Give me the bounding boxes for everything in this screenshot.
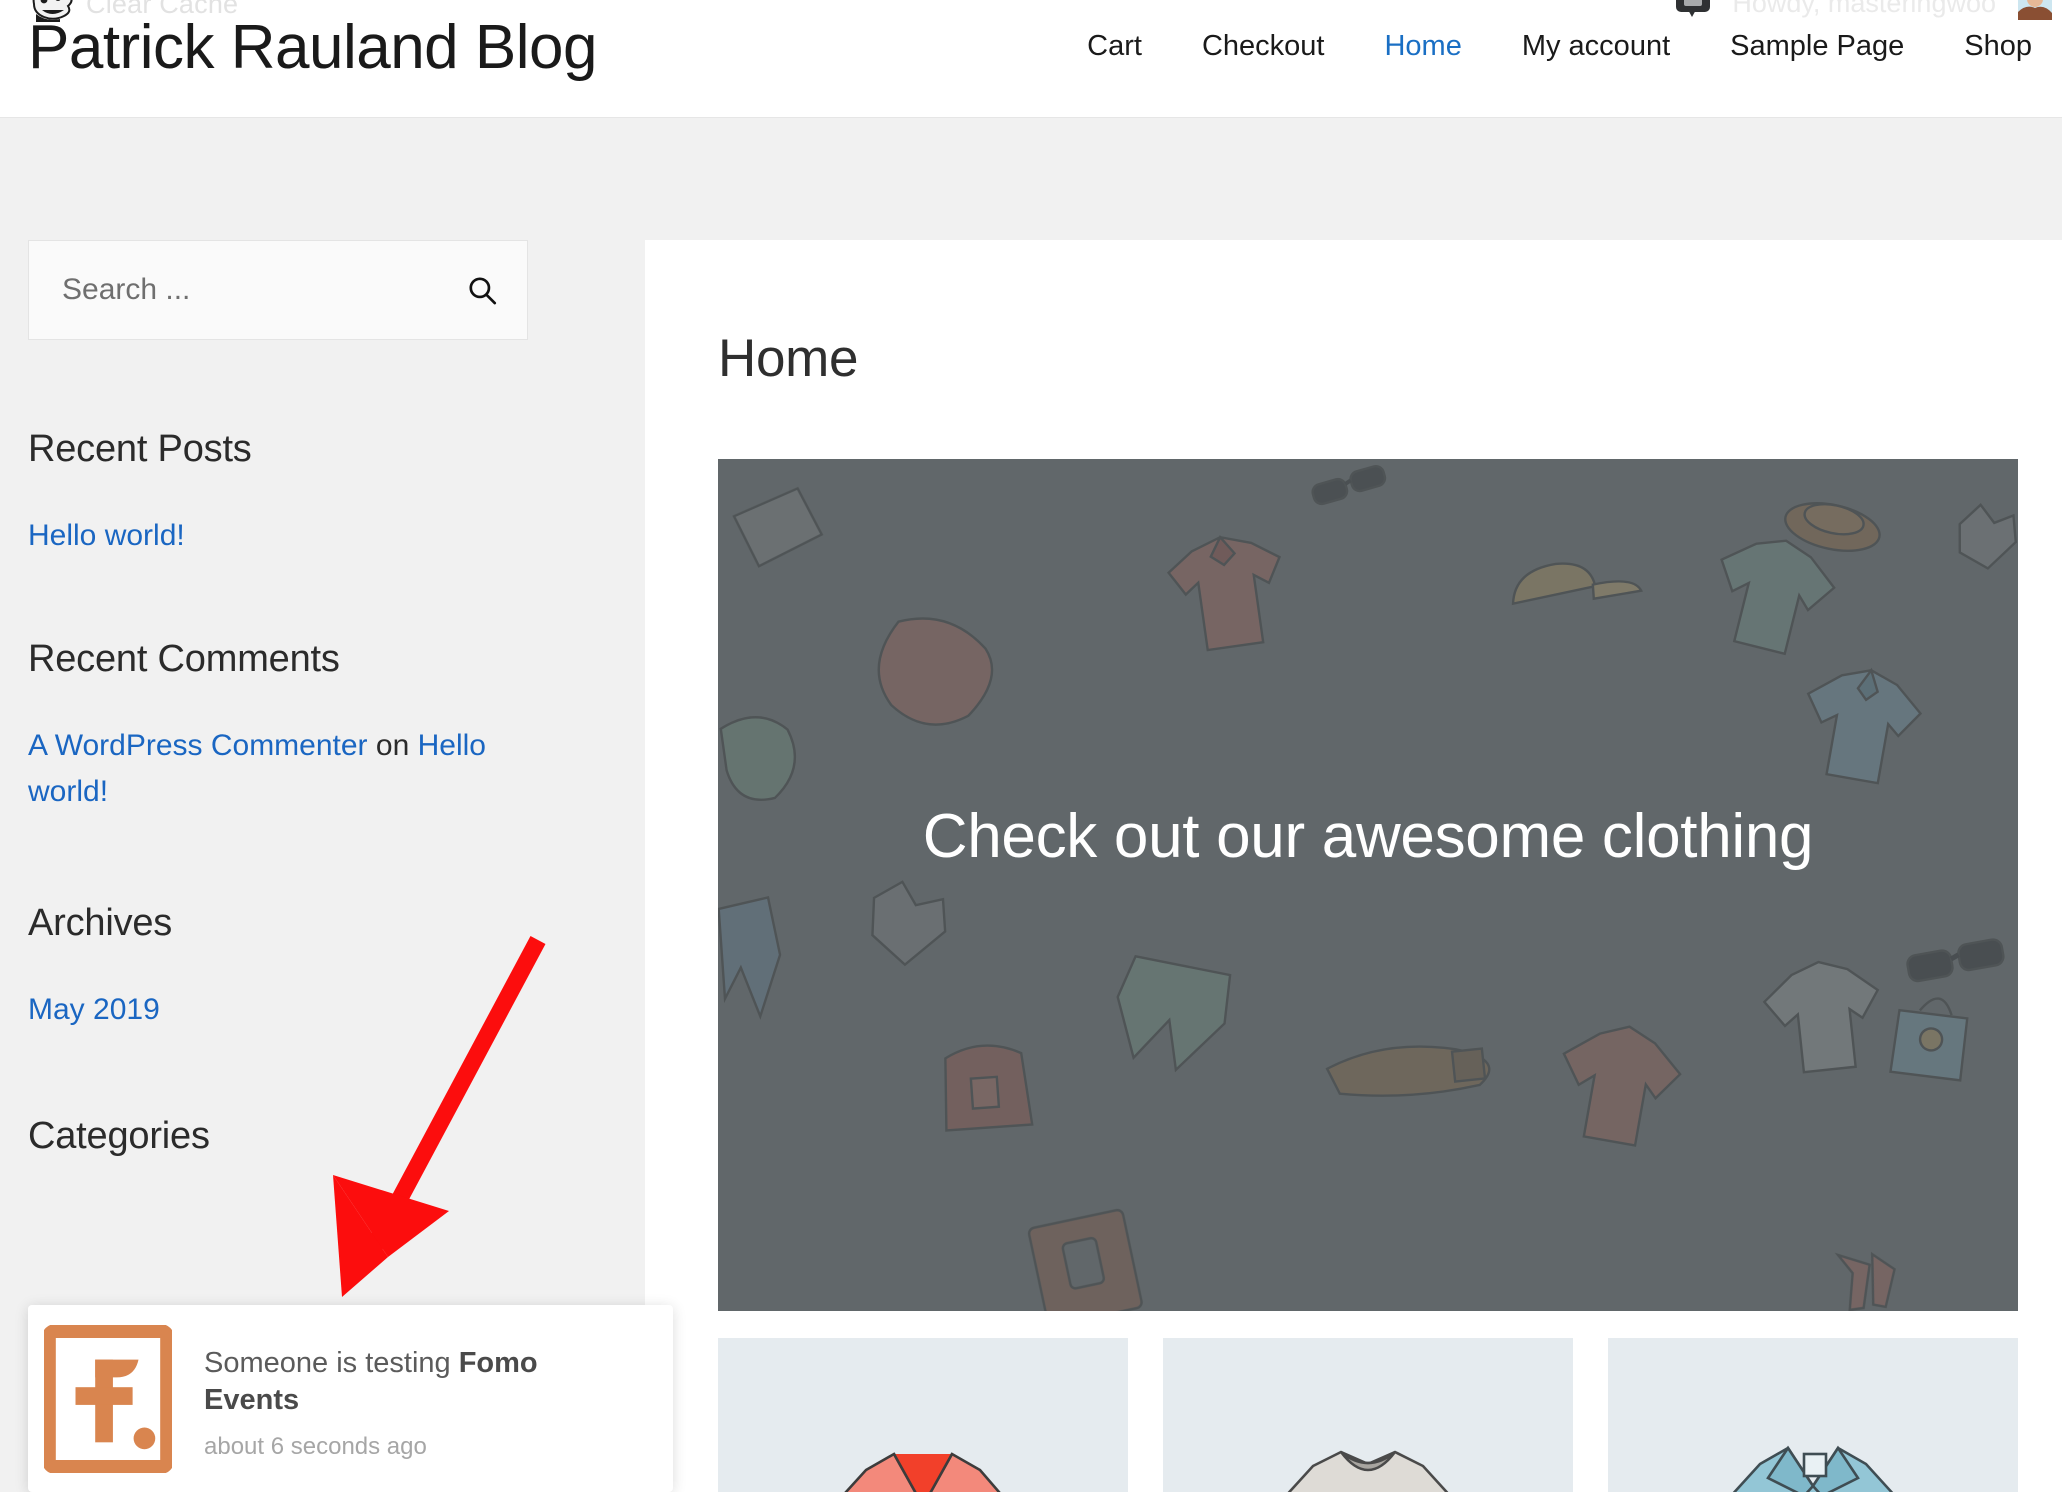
- primary-navigation: Cart Checkout Home My account Sample Pag…: [1057, 30, 2062, 63]
- admin-bar-left-group: Clear Cache: [30, 0, 238, 22]
- widget-title-recent-comments: Recent Comments: [28, 637, 340, 680]
- list-item: Hello world!: [28, 513, 528, 560]
- page-title: Home: [718, 329, 859, 388]
- admin-bar-right-group: Howdy, masteringwoo: [1676, 0, 2052, 20]
- grey-crew-tshirt-image: [1163, 1338, 1573, 1492]
- widget-title-archives: Archives: [28, 901, 173, 944]
- avatar-image: [2018, 0, 2052, 20]
- recent-comments-list: A WordPress Commenter on Hello world!: [28, 723, 528, 816]
- widget-recent-posts: Recent Posts Hello world!: [28, 428, 528, 560]
- comment-on-text: on: [367, 728, 418, 762]
- page-root: Recent Posts Hello world! Recent Comment…: [0, 0, 2062, 1492]
- search-form[interactable]: [28, 240, 528, 340]
- recent-post-link[interactable]: Hello world!: [28, 519, 185, 552]
- product-grid: [718, 1338, 2018, 1492]
- search-submit-button[interactable]: [465, 273, 499, 307]
- admin-bar-clear-cache[interactable]: Clear Cache: [86, 0, 238, 20]
- hero-title: Check out our awesome clothing: [922, 802, 1814, 871]
- product-card-grey-tshirt[interactable]: [1163, 1338, 1573, 1492]
- nav-item-home[interactable]: Home: [1354, 30, 1491, 63]
- product-card-blue-polo[interactable]: [1608, 1338, 2018, 1492]
- blue-polo-shirt-image: [1608, 1338, 2018, 1492]
- hero-overlay: [718, 459, 2018, 1311]
- archive-month-link[interactable]: May 2019: [28, 993, 160, 1026]
- nav-item-checkout[interactable]: Checkout: [1172, 30, 1355, 63]
- list-item: May 2019: [28, 987, 528, 1034]
- salmon-v-neck-tshirt-image: [718, 1338, 1128, 1492]
- archives-list: May 2019: [28, 987, 528, 1034]
- comment-author-link[interactable]: A WordPress Commenter: [28, 729, 368, 762]
- avatar[interactable]: [2018, 0, 2052, 20]
- fomo-notification-toast[interactable]: Someone is testing Fomo Events about 6 s…: [28, 1305, 673, 1492]
- widget-title-categories: Categories: [28, 1115, 210, 1157]
- admin-bar-howdy[interactable]: Howdy, masteringwoo: [1732, 0, 1996, 19]
- fomo-logo-container: [28, 1305, 188, 1492]
- nav-item-sample-page[interactable]: Sample Page: [1700, 30, 1934, 63]
- hero-banner[interactable]: Check out our awesome clothing: [718, 459, 2018, 1311]
- comment-bubble-icon[interactable]: [1676, 0, 1711, 18]
- nav-item-cart[interactable]: Cart: [1057, 30, 1172, 63]
- product-card-salmon-v-neck[interactable]: [718, 1338, 1128, 1492]
- search-input[interactable]: [29, 273, 429, 307]
- widget-title-recent-posts: Recent Posts: [28, 428, 252, 470]
- search-icon: [469, 277, 497, 305]
- widget-archives: Archives May 2019: [28, 902, 528, 1034]
- main-content: Home Check out our awesome clothing: [645, 240, 2062, 1492]
- widget-recent-comments: Recent Comments A WordPress Commenter on…: [28, 638, 528, 816]
- nav-item-shop[interactable]: Shop: [1934, 30, 2062, 63]
- fomo-body: Someone is testing Fomo Events about 6 s…: [188, 1305, 673, 1492]
- sidebar: Recent Posts Hello world! Recent Comment…: [28, 240, 528, 1158]
- recent-posts-list: Hello world!: [28, 513, 528, 560]
- fomo-timestamp: about 6 seconds ago: [204, 1433, 427, 1461]
- list-item: A WordPress Commenter on Hello world!: [28, 723, 528, 816]
- nav-item-my-account[interactable]: My account: [1492, 30, 1700, 63]
- site-title[interactable]: Patrick Rauland Blog: [28, 12, 597, 83]
- fomo-message-prefix: Someone is testing: [204, 1347, 459, 1379]
- wp-mascot-icon[interactable]: [30, 0, 74, 22]
- fomo-message: Someone is testing Fomo Events: [204, 1345, 624, 1419]
- widget-categories: Categories: [28, 1115, 528, 1158]
- wp-admin-bar: Clear Cache Howdy, masteringwoo: [0, 0, 2062, 22]
- fomo-logo-icon: [44, 1324, 172, 1473]
